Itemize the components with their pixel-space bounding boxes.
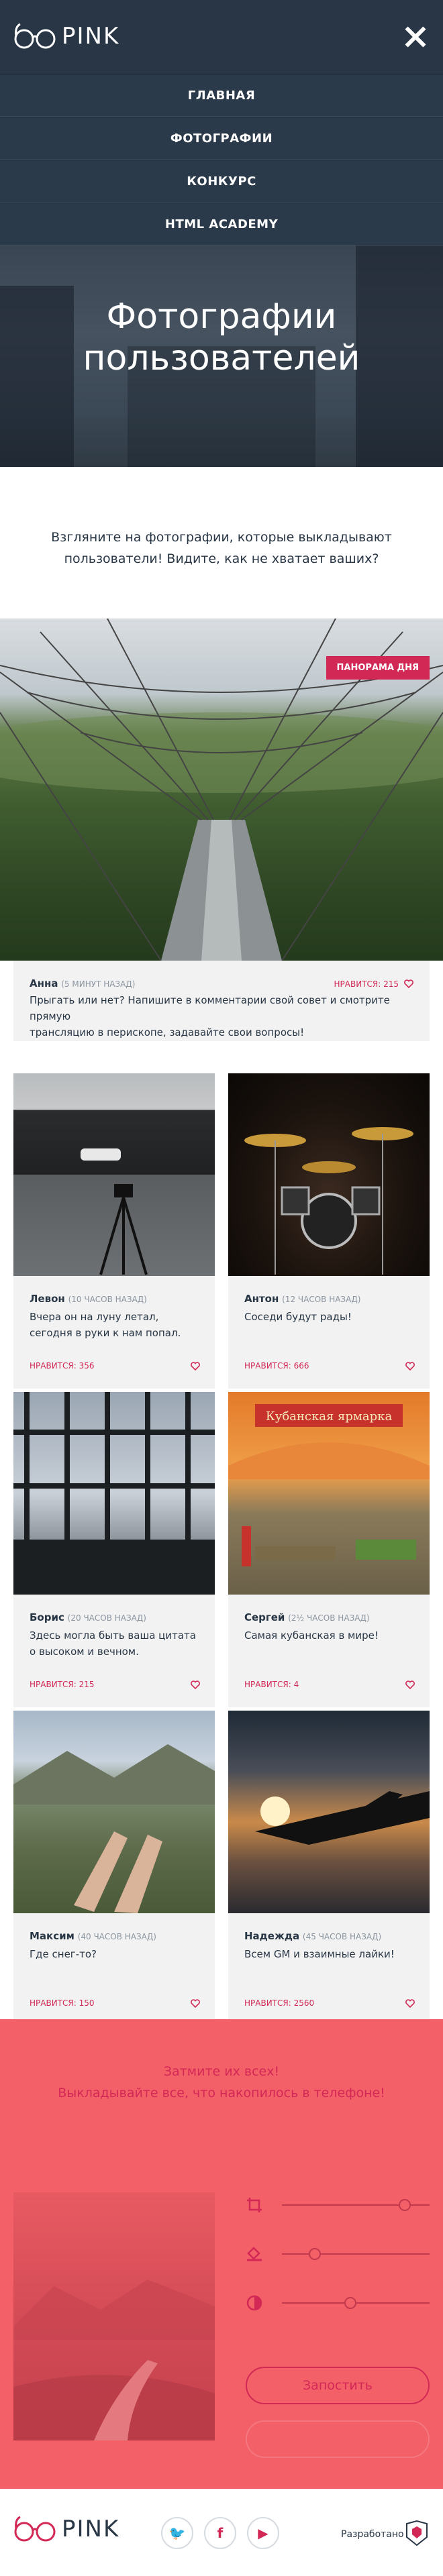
photo-image[interactable] xyxy=(13,1711,215,1913)
panorama-time: (5 МИНУТ НАЗАД) xyxy=(61,979,136,989)
secondary-button[interactable] xyxy=(246,2420,430,2458)
svg-text:Кубанская ярмарка: Кубанская ярмарка xyxy=(266,1409,393,1424)
logo[interactable]: PINK xyxy=(13,21,119,51)
upload-preview-image xyxy=(13,2192,215,2440)
photo-comment: Соседи будут рады! xyxy=(244,1311,352,1323)
heart-icon[interactable] xyxy=(405,1680,415,1689)
intro-text: Взгляните на фотографии, которые выклады… xyxy=(40,527,403,570)
intro-line1: Взгляните на фотографии, которые выклады… xyxy=(51,530,392,545)
nav-item-photos[interactable]: ФОТОГРАФИИ xyxy=(0,117,443,160)
photo-author[interactable]: Левон xyxy=(30,1293,65,1305)
heart-icon[interactable] xyxy=(191,1361,200,1371)
panorama-comment: Прыгать или нет? Напишите в комментарии … xyxy=(30,992,413,1040)
contest-line2: Выкладывайте все, что накопилось в телеф… xyxy=(58,2086,385,2100)
photo-author[interactable]: Борис xyxy=(30,1611,64,1623)
hero-banner: Фотографии пользователей xyxy=(0,246,443,467)
panorama-badge: ПАНОРАМА ДНЯ xyxy=(326,656,430,680)
photo-time: (12 ЧАСОВ НАЗАД) xyxy=(282,1295,361,1304)
page-title-line1: Фотографии xyxy=(106,297,337,337)
photo-card: Максим (40 ЧАСОВ НАЗАД) Где снег-то? НРА… xyxy=(13,1711,215,2026)
close-menu-button[interactable] xyxy=(401,23,428,50)
twitter-icon[interactable]: 🐦 xyxy=(161,2517,193,2549)
heart-icon[interactable] xyxy=(405,1998,415,2008)
panorama-author[interactable]: Анна xyxy=(30,977,58,989)
fill-icon xyxy=(247,2247,262,2261)
photo-time: (40 ЧАСОВ НАЗАД) xyxy=(77,1932,156,1941)
site-footer: PINK 🐦 f ▶ Разработано xyxy=(0,2489,443,2576)
html-academy-icon[interactable] xyxy=(405,2520,428,2546)
photo-likes: НРАВИТСЯ: 666 xyxy=(244,1361,309,1371)
panorama-caption: Анна (5 МИНУТ НАЗАД) НРАВИТСЯ: 215 Прыга… xyxy=(13,961,430,1041)
panorama-comment-line1: Прыгать или нет? Напишите в комментарии … xyxy=(30,994,390,1022)
made-by-label: Разработано xyxy=(341,2529,404,2540)
nav-item-html-academy[interactable]: HTML ACADEMY xyxy=(0,203,443,246)
crop-slider[interactable] xyxy=(246,2195,430,2215)
slider-knob[interactable] xyxy=(309,2248,322,2260)
slider-knob[interactable] xyxy=(398,2199,411,2211)
panorama-comment-line2: трансляцию в перископе, задавайте свои в… xyxy=(30,1026,305,1038)
photo-likes: НРАВИТСЯ: 215 xyxy=(30,1680,95,1689)
nav-item-home[interactable]: ГЛАВНАЯ xyxy=(0,74,443,117)
photo-image[interactable]: Кубанская ярмарка xyxy=(228,1392,430,1595)
photo-card: Левон (10 ЧАСОВ НАЗАД) Вчера он на луну … xyxy=(13,1073,215,1389)
photo-time: (10 ЧАСОВ НАЗАД) xyxy=(68,1295,147,1304)
photo-likes: НРАВИТСЯ: 150 xyxy=(30,1998,95,2008)
intro-line2: пользователи! Видите, как не хватает ваш… xyxy=(64,551,379,566)
contest-title: Затмите их всех! Выкладывайте все, что н… xyxy=(0,2061,443,2104)
contest-line1: Затмите их всех! xyxy=(163,2064,280,2079)
photo-comment: Самая кубанская в мире! xyxy=(244,1629,379,1642)
slider-track xyxy=(282,2253,430,2255)
brand-name: PINK xyxy=(62,23,120,50)
footer-logo[interactable]: PINK xyxy=(13,2514,119,2544)
fill-slider[interactable] xyxy=(246,2244,430,2264)
photo-card: Антон (12 ЧАСОВ НАЗАД) Соседи будут рады… xyxy=(228,1073,430,1389)
photo-likes: НРАВИТСЯ: 4 xyxy=(244,1680,299,1689)
panorama-photo[interactable]: ПАНОРАМА ДНЯ xyxy=(0,619,443,961)
facebook-icon[interactable]: f xyxy=(204,2517,236,2549)
slider-knob[interactable] xyxy=(344,2297,356,2309)
photo-comment: Вчера он на луну летал, сегодня в руки к… xyxy=(30,1311,181,1339)
photo-author[interactable]: Надежда xyxy=(244,1930,299,1942)
photo-author[interactable]: Сергей xyxy=(244,1611,285,1623)
photo-card: Борис (20 ЧАСОВ НАЗАД) Здесь могла быть … xyxy=(13,1392,215,1707)
crop-icon xyxy=(247,2198,262,2212)
photo-author[interactable]: Антон xyxy=(244,1293,279,1305)
photo-time: (45 ЧАСОВ НАЗАД) xyxy=(302,1932,382,1941)
glasses-logo-icon xyxy=(14,23,56,49)
heart-icon[interactable] xyxy=(191,1680,200,1689)
page-title: Фотографии пользователей xyxy=(0,296,443,379)
photo-comment: Всем GM и взаимные лайки! xyxy=(244,1948,395,1960)
facebook-glyph: f xyxy=(217,2525,224,2541)
youtube-icon[interactable]: ▶ xyxy=(247,2517,279,2549)
photo-image[interactable] xyxy=(228,1073,430,1276)
footer-brand-name: PINK xyxy=(62,2516,120,2542)
nav-item-contest[interactable]: КОНКУРС xyxy=(0,160,443,203)
photo-card: Надежда (45 ЧАСОВ НАЗАД) Всем GM и взаим… xyxy=(228,1711,430,2026)
heart-icon[interactable] xyxy=(404,979,413,988)
photo-image[interactable] xyxy=(13,1392,215,1595)
contrast-slider[interactable] xyxy=(246,2293,430,2313)
photo-author[interactable]: Максим xyxy=(30,1930,75,1942)
photo-time: (2½ ЧАСОВ НАЗАД) xyxy=(288,1613,370,1623)
page-title-line2: пользователей xyxy=(83,338,360,378)
youtube-glyph: ▶ xyxy=(258,2525,268,2541)
photo-comment: Здесь могла быть ваша цитата о высоком и… xyxy=(30,1629,196,1658)
photo-image[interactable] xyxy=(13,1073,215,1276)
glasses-logo-icon xyxy=(14,2516,56,2542)
heart-icon[interactable] xyxy=(405,1361,415,1371)
panorama-likes: НРАВИТСЯ: 215 xyxy=(334,979,399,989)
photo-comment: Где снег-то? xyxy=(30,1948,97,1960)
contrast-icon xyxy=(246,2295,262,2311)
upload-button[interactable]: Запостить xyxy=(246,2367,430,2404)
photo-card: Кубанская ярмарка Сергей (2½ ЧАСОВ НАЗАД… xyxy=(228,1392,430,1707)
photo-likes: НРАВИТСЯ: 2560 xyxy=(244,1998,315,2008)
heart-icon[interactable] xyxy=(191,1998,200,2008)
site-header: PINK xyxy=(0,0,443,74)
photo-likes: НРАВИТСЯ: 356 xyxy=(30,1361,95,1371)
twitter-glyph: 🐦 xyxy=(168,2525,186,2541)
photo-time: (20 ЧАСОВ НАЗАД) xyxy=(67,1613,146,1623)
main-nav: ГЛАВНАЯ ФОТОГРАФИИ КОНКУРС HTML ACADEMY xyxy=(0,74,443,246)
photo-image[interactable] xyxy=(228,1711,430,1913)
